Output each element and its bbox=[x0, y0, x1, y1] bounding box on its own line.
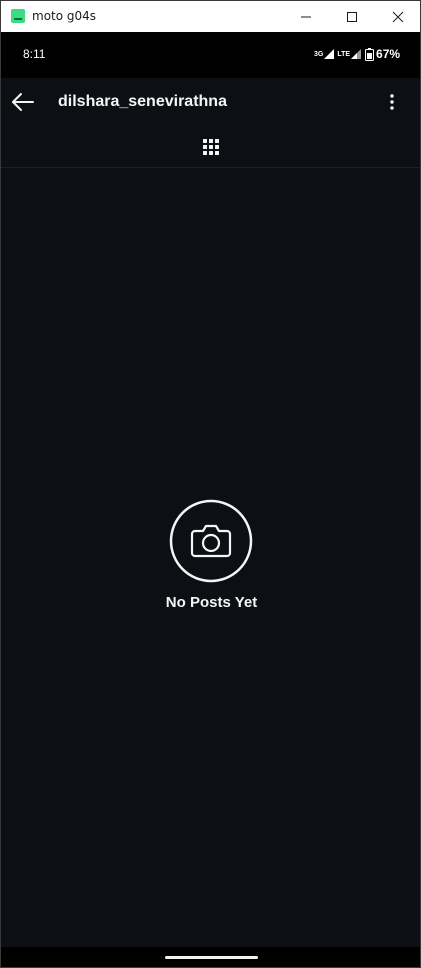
network-lte-label: LTE bbox=[337, 50, 351, 58]
maximize-button[interactable] bbox=[329, 1, 375, 32]
status-time: 8:11 bbox=[23, 47, 46, 61]
more-vertical-icon bbox=[390, 94, 394, 110]
minimize-button[interactable] bbox=[283, 1, 329, 32]
system-navigation-bar bbox=[1, 947, 420, 967]
close-icon bbox=[392, 11, 404, 22]
status-bar: 8:11 3G LTE 67% bbox=[1, 32, 420, 78]
battery-icon bbox=[365, 47, 375, 61]
android-app-icon bbox=[11, 9, 25, 23]
options-button[interactable] bbox=[382, 90, 402, 114]
window-title: moto g04s bbox=[32, 9, 97, 23]
close-button[interactable] bbox=[375, 1, 421, 32]
profile-tabs bbox=[1, 126, 420, 168]
maximize-icon bbox=[347, 11, 357, 22]
empty-state-message: No Posts Yet bbox=[165, 594, 258, 611]
window-title-bar[interactable]: moto g04s bbox=[1, 1, 420, 32]
camera-icon bbox=[169, 499, 253, 583]
minimize-icon bbox=[301, 16, 311, 17]
signal-icon bbox=[324, 49, 335, 59]
home-gesture-handle[interactable] bbox=[165, 956, 258, 959]
profile-header: dilshara_senevirathna bbox=[1, 78, 420, 126]
network-3g-label: 3G bbox=[314, 50, 324, 58]
signal-icon-secondary bbox=[351, 49, 362, 59]
grid-icon bbox=[203, 139, 219, 155]
profile-username: dilshara_senevirathna bbox=[58, 93, 227, 110]
tab-posts-grid[interactable] bbox=[200, 136, 222, 158]
back-button[interactable] bbox=[9, 88, 37, 116]
battery-percentage: 67% bbox=[376, 47, 401, 61]
camera-badge bbox=[169, 499, 253, 583]
arrow-left-icon bbox=[12, 93, 34, 111]
status-icons: 3G LTE 67% bbox=[314, 47, 400, 61]
emulator-window: moto g04s 8:11 3G LTE 67% dilshara_senev… bbox=[0, 0, 421, 968]
